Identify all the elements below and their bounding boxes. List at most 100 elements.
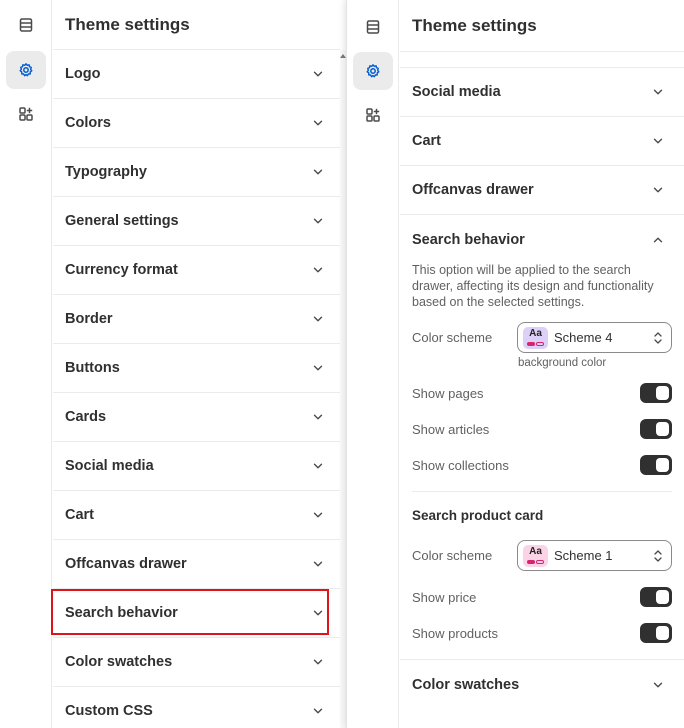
accordion-general-settings[interactable]: General settings bbox=[53, 197, 340, 246]
accordion-buttons[interactable]: Buttons bbox=[53, 344, 340, 393]
accordion-label: Logo bbox=[65, 66, 101, 82]
toggle-label: Show collections bbox=[412, 457, 509, 473]
toggle-switch[interactable] bbox=[640, 383, 672, 403]
subsection-heading: Search product card bbox=[412, 508, 544, 523]
toggle-switch[interactable] bbox=[640, 623, 672, 643]
select-arrows-icon bbox=[654, 549, 662, 562]
sections-icon bbox=[19, 18, 33, 32]
select-value: Scheme 1 bbox=[554, 548, 613, 563]
accordion-border[interactable]: Border bbox=[53, 295, 340, 344]
chevron-down-icon bbox=[313, 512, 323, 518]
color-scheme-swatch: Aa bbox=[523, 326, 548, 349]
right-sidebar-rail bbox=[347, 0, 399, 728]
select-arrows-icon bbox=[654, 331, 662, 344]
toggle-switch[interactable] bbox=[640, 455, 672, 475]
toggle-knob bbox=[656, 386, 669, 400]
accordion-search-behavior[interactable]: Search behavior bbox=[400, 215, 684, 264]
accordion-cards[interactable]: Cards bbox=[53, 393, 340, 442]
theme-settings-button[interactable] bbox=[353, 52, 393, 90]
accordion-label: Border bbox=[65, 311, 113, 327]
accordion-currency-format[interactable]: Currency format bbox=[53, 246, 340, 295]
chevron-down-icon bbox=[313, 610, 323, 616]
accordion-label: General settings bbox=[65, 213, 179, 229]
apps-icon bbox=[366, 108, 380, 122]
accordion-color-swatches[interactable]: Color swatches bbox=[53, 638, 340, 687]
accordion-label: Color swatches bbox=[412, 676, 520, 693]
chevron-down-icon bbox=[313, 316, 323, 322]
accordion-label: Custom CSS bbox=[65, 703, 153, 719]
divider bbox=[412, 491, 672, 492]
toggle-switch[interactable] bbox=[640, 419, 672, 439]
toggle-row: Show articles bbox=[412, 411, 672, 447]
accordion-label: Search behavior bbox=[65, 605, 178, 621]
accordion-cart[interactable]: Cart bbox=[53, 491, 340, 540]
toggle-knob bbox=[656, 626, 669, 640]
chevron-down-icon bbox=[313, 365, 323, 371]
chevron-down-icon bbox=[653, 138, 663, 144]
accordion-offcanvas-drawer[interactable]: Offcanvas drawer bbox=[400, 166, 684, 215]
toggle-label: Show articles bbox=[412, 421, 490, 437]
accordion-color-swatches[interactable]: Color swatches bbox=[400, 660, 684, 709]
color-scheme-swatch: Aa bbox=[523, 544, 548, 567]
toggle-label: Show products bbox=[412, 625, 498, 641]
accordion-social-media[interactable]: Social media bbox=[400, 68, 684, 117]
card-color-scheme-field: Color scheme Aa Scheme 1 bbox=[412, 540, 672, 571]
accordion-label: Search behavior bbox=[412, 231, 525, 248]
color-scheme-select[interactable]: Aa Scheme 4 bbox=[517, 322, 672, 353]
accordion-label: Cart bbox=[412, 133, 442, 149]
accordion-label: Offcanvas drawer bbox=[412, 182, 534, 198]
toggle-switch[interactable] bbox=[640, 587, 672, 607]
theme-settings-button[interactable] bbox=[6, 51, 46, 89]
chevron-down-icon bbox=[313, 169, 323, 175]
chevron-down-icon bbox=[313, 120, 323, 126]
toggle-knob bbox=[656, 590, 669, 604]
toggle-row: Show pages bbox=[412, 375, 672, 411]
accordion-label: Typography bbox=[65, 164, 147, 180]
apps-button[interactable] bbox=[6, 95, 46, 133]
sections-button[interactable] bbox=[6, 6, 46, 44]
apps-icon bbox=[19, 107, 33, 121]
sections-button[interactable] bbox=[353, 8, 393, 46]
toggle-row: Show products bbox=[412, 615, 672, 651]
toggle-label: Show pages bbox=[412, 385, 484, 401]
chevron-down-icon bbox=[313, 463, 323, 469]
theme-settings-panel-right: Theme settings Social media Cart Offcanvas… bbox=[346, 0, 684, 728]
accordion-label: Social media bbox=[412, 84, 501, 100]
settings-list: Theme settings Logo Colors Typography Gener… bbox=[53, 0, 340, 728]
accordion-label: Colors bbox=[65, 115, 111, 131]
accordion-label: Currency format bbox=[65, 262, 178, 278]
accordion-label: Buttons bbox=[65, 360, 120, 376]
toggle-knob bbox=[656, 458, 669, 472]
chevron-down-icon bbox=[653, 682, 663, 687]
accordion-social-media[interactable]: Social media bbox=[53, 442, 340, 491]
toggle-row: Show price bbox=[412, 579, 672, 615]
accordion-cart[interactable]: Cart bbox=[400, 117, 684, 166]
apps-button[interactable] bbox=[353, 96, 393, 134]
page-title: Theme settings bbox=[400, 0, 684, 52]
accordion-label: Color swatches bbox=[65, 654, 173, 670]
chevron-down-icon bbox=[313, 561, 323, 567]
accordion-typography[interactable]: Typography bbox=[53, 148, 340, 197]
accordion-label: Cards bbox=[65, 409, 107, 425]
accordion-offcanvas-drawer[interactable]: Offcanvas drawer bbox=[53, 540, 340, 589]
chevron-down-icon bbox=[313, 659, 323, 665]
theme-settings-panel-left: Theme settings Logo Colors Typography Gener… bbox=[0, 0, 346, 728]
color-scheme-field: Color scheme Aa Scheme 4 bbox=[412, 322, 672, 353]
accordion-search-behavior[interactable]: Search behavior bbox=[53, 589, 340, 638]
chevron-down-icon bbox=[313, 267, 323, 273]
sections-icon bbox=[366, 20, 380, 34]
settings-gear-icon bbox=[19, 63, 33, 77]
chevron-down-icon bbox=[313, 71, 323, 77]
field-label: Color scheme bbox=[412, 330, 493, 345]
settings-list: Theme settings Social media Cart Offcanvas… bbox=[400, 0, 684, 728]
card-color-scheme-select[interactable]: Aa Scheme 1 bbox=[517, 540, 672, 571]
field-label: Color scheme bbox=[412, 548, 493, 563]
accordion-label: Social media bbox=[65, 458, 154, 474]
section-description: This option will be applied to the searc… bbox=[412, 263, 654, 309]
chevron-down-icon bbox=[653, 187, 663, 193]
accordion-logo[interactable]: Logo bbox=[53, 50, 340, 99]
search-behavior-panel: This option will be applied to the searc… bbox=[400, 262, 684, 651]
chevron-down-icon bbox=[653, 89, 663, 95]
accordion-colors[interactable]: Colors bbox=[53, 99, 340, 148]
accordion-custom-css[interactable]: Custom CSS bbox=[53, 687, 340, 728]
